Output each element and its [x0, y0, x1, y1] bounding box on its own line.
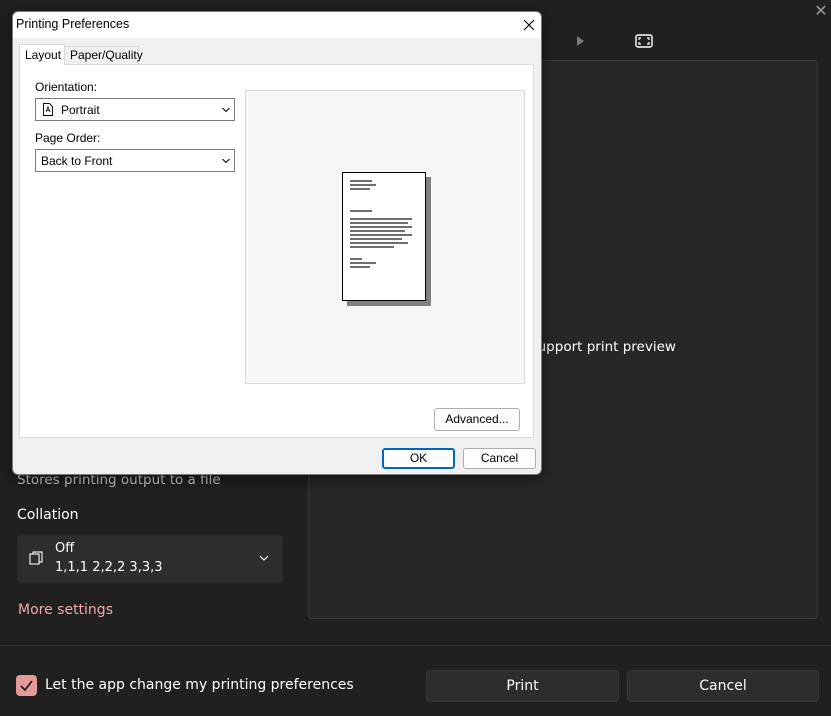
chevron-down-icon [259, 555, 269, 561]
ok-button[interactable]: OK [382, 448, 455, 469]
more-settings-link[interactable]: More settings [18, 602, 113, 618]
layout-preview [245, 90, 525, 384]
printing-preferences-dialog: Printing Preferences Layout Paper/Qualit… [12, 11, 542, 475]
orientation-dropdown[interactable]: Portrait [35, 98, 235, 121]
tab-layout[interactable]: Layout [19, 44, 65, 65]
tab-paper-quality[interactable]: Paper/Quality [65, 46, 143, 64]
change-preferences-checkbox[interactable] [16, 675, 37, 696]
orientation-value: Portrait [61, 103, 100, 117]
print-button[interactable]: Print [426, 670, 619, 702]
window-close-icon[interactable]: ✕ [812, 2, 830, 20]
change-preferences-label: Let the app change my printing preferenc… [45, 677, 354, 693]
chevron-down-icon [222, 158, 230, 164]
dialog-title: Printing Preferences [16, 17, 130, 31]
orientation-label: Orientation: [35, 80, 98, 94]
page-order-value: Back to Front [41, 154, 113, 168]
cancel-print-button[interactable]: Cancel [627, 670, 819, 702]
layout-tab-panel: Orientation: Portrait Page Order: Back t… [19, 64, 534, 438]
page-order-label: Page Order: [35, 131, 101, 145]
checkmark-icon [20, 680, 33, 692]
collate-icon [29, 551, 43, 565]
portrait-page-icon [43, 103, 53, 116]
fit-to-window-icon[interactable] [634, 32, 654, 50]
cancel-button[interactable]: Cancel [463, 448, 536, 469]
collation-value: Off [55, 541, 75, 556]
next-page-icon[interactable] [574, 34, 586, 48]
close-icon[interactable] [519, 15, 539, 35]
collation-dropdown[interactable]: Off 1,1,1 2,2,2 3,3,3 [17, 535, 283, 583]
advanced-button[interactable]: Advanced... [434, 408, 520, 431]
preview-message: t support print preview [521, 339, 676, 355]
page-order-dropdown[interactable]: Back to Front [35, 149, 235, 172]
dialog-titlebar: Printing Preferences [13, 12, 541, 38]
page-preview-icon [342, 172, 426, 301]
collation-label: Collation [17, 507, 79, 523]
chevron-down-icon [222, 107, 230, 113]
collation-pattern: 1,1,1 2,2,2 3,3,3 [55, 560, 163, 575]
